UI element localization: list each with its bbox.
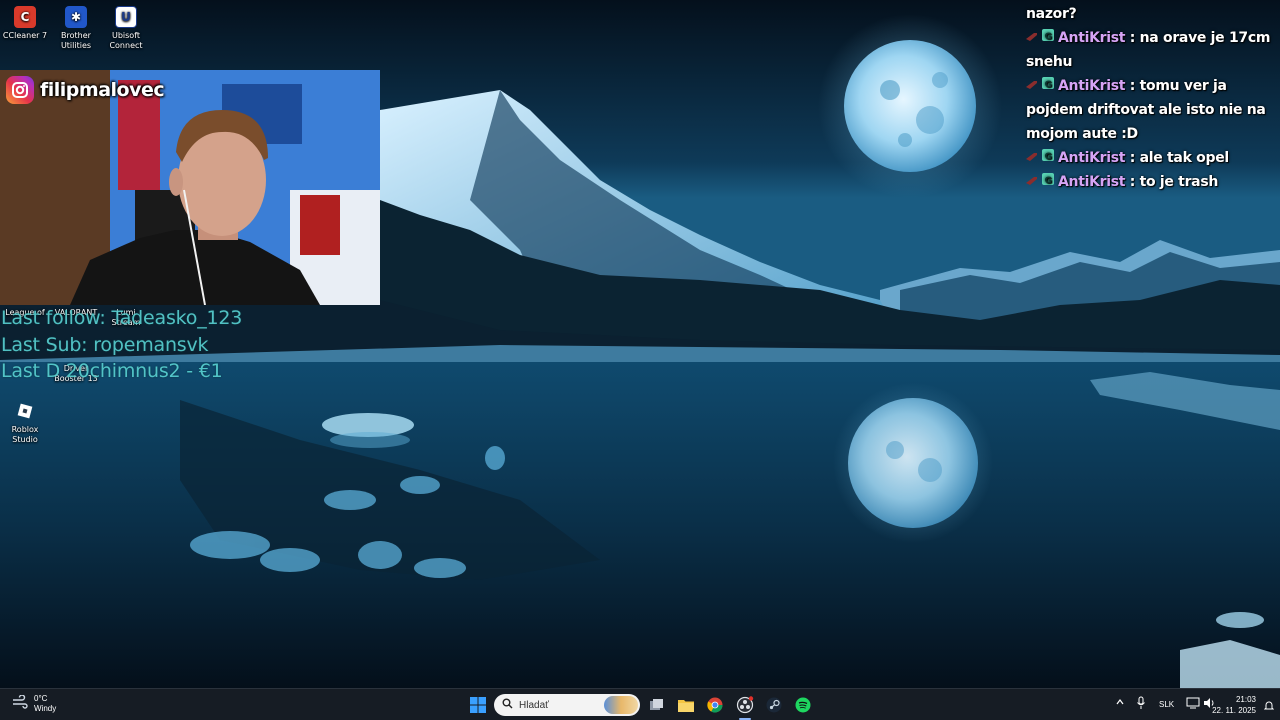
chrome-icon <box>707 697 723 713</box>
weather-description: Windy <box>34 704 57 713</box>
last-donation-text: Last D 20chimnus2 - €1 <box>1 360 223 382</box>
desktop-icon-ubisoft-connect[interactable]: U Ubisoft Connect <box>96 6 156 51</box>
search-highlight-image <box>604 696 638 714</box>
network-tray-button[interactable] <box>1186 697 1200 711</box>
sword-badge-icon <box>1026 146 1038 170</box>
last-sub-text: Last Sub: ropemansvk <box>1 334 209 356</box>
webcam-feed <box>0 70 380 305</box>
start-button[interactable] <box>468 695 488 715</box>
svg-text:G: G <box>1044 176 1051 186</box>
language-indicator[interactable]: SLK <box>1159 700 1174 709</box>
clock-time: 21:03 <box>1235 695 1256 704</box>
svg-text:G: G <box>1044 32 1051 42</box>
subscriber-badge-icon: G <box>1041 26 1055 50</box>
weather-temperature: 0°C <box>34 694 48 703</box>
ccleaner-icon: C <box>14 6 36 28</box>
taskbar-search[interactable]: Hladať <box>494 694 640 716</box>
file-explorer-icon <box>678 700 694 712</box>
search-placeholder: Hladať <box>519 699 549 711</box>
instagram-icon <box>6 76 34 104</box>
search-icon <box>502 696 513 714</box>
microphone-icon <box>1136 696 1146 712</box>
task-view-icon <box>650 699 663 710</box>
clock-date: 22. 11. 2025 <box>1212 706 1256 715</box>
notification-bell-button[interactable] <box>1263 699 1275 717</box>
chevron-up-icon <box>1115 699 1125 709</box>
roblox-studio-icon <box>14 400 36 422</box>
obs-button[interactable] <box>735 695 755 715</box>
sword-badge-icon <box>1026 26 1038 50</box>
chat-overlay: nazor? G AntiKrist : na orave je 17cm sne… <box>1026 2 1280 194</box>
network-icon <box>1186 697 1200 711</box>
chat-message: nazor? <box>1026 6 1077 22</box>
instagram-username: filipmalovec <box>40 79 165 101</box>
microphone-tray-button[interactable] <box>1136 696 1146 712</box>
file-explorer-button[interactable] <box>676 695 696 715</box>
taskbar: 0°C Windy Hladať SLK 21:03 22. 11. 2025 <box>0 688 1280 720</box>
chat-message: G AntiKrist : ale tak opel <box>1026 146 1280 170</box>
sword-badge-icon <box>1026 74 1038 98</box>
spotify-button[interactable] <box>793 695 813 715</box>
ubisoft-connect-icon: U <box>115 6 137 28</box>
subscriber-badge-icon: G <box>1041 170 1055 194</box>
bell-icon <box>1263 699 1275 716</box>
chrome-button[interactable] <box>705 695 725 715</box>
svg-text:G: G <box>1044 152 1051 162</box>
spotify-icon <box>795 697 811 713</box>
obs-icon <box>736 696 754 714</box>
last-follow-text: Last follow: Tadeasko_123 <box>1 307 243 329</box>
instagram-handle-overlay: filipmalovec <box>6 76 165 104</box>
subscriber-badge-icon: G <box>1041 74 1055 98</box>
task-view-button[interactable] <box>647 695 667 715</box>
subscriber-badge-icon: G <box>1041 146 1055 170</box>
sword-badge-icon <box>1026 170 1038 194</box>
chat-message: G AntiKrist : to je trash <box>1026 170 1280 194</box>
show-hidden-icons-button[interactable] <box>1115 697 1125 709</box>
brother-utilities-icon: ✱ <box>65 6 87 28</box>
svg-text:G: G <box>1044 80 1051 90</box>
chat-message: G AntiKrist : tomu ver ja pojdem driftova… <box>1026 74 1280 146</box>
system-clock[interactable]: 21:03 22. 11. 2025 <box>1212 694 1256 716</box>
weather-widget[interactable]: 0°C Windy <box>12 693 57 714</box>
start-icon <box>470 697 486 713</box>
desktop-icon-roblox-studio[interactable]: Roblox Studio <box>0 400 55 445</box>
weather-wind-icon <box>12 693 28 714</box>
steam-button[interactable] <box>764 695 784 715</box>
steam-icon <box>766 697 782 713</box>
chat-message: G AntiKrist : na orave je 17cm snehu <box>1026 26 1280 74</box>
